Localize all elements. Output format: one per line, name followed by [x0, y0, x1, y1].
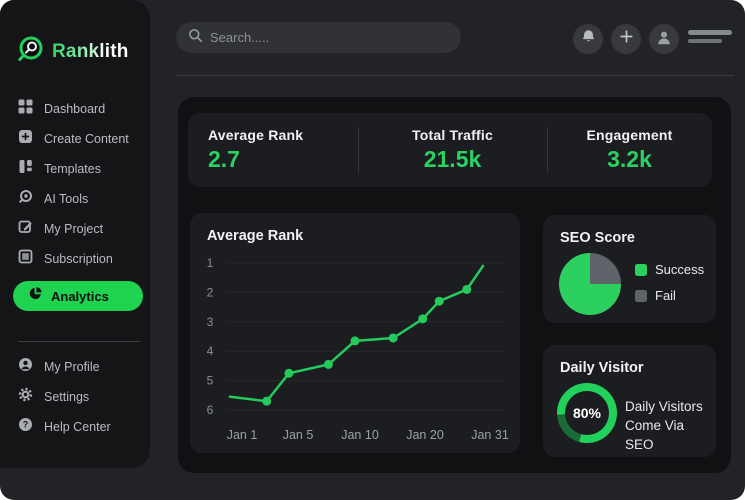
- search-icon: [188, 28, 203, 48]
- sidebar-item-subscription[interactable]: Subscription: [0, 244, 150, 274]
- fail-swatch: [635, 289, 647, 302]
- stat-value: 3.2k: [607, 146, 652, 172]
- svg-text:Jan 1: Jan 1: [227, 428, 258, 442]
- sidebar-item-create-content[interactable]: Create Content: [0, 124, 150, 154]
- daily-visitor-donut-chart: 80%: [557, 383, 617, 443]
- sidebar-footer-nav: My Profile Settings ? Help Center: [0, 352, 150, 442]
- menu-button[interactable]: [688, 30, 732, 43]
- content-panel: Average Rank 2.7 Total Traffic 21.5k Eng…: [178, 97, 731, 473]
- user-circle-icon: [18, 357, 33, 377]
- legend-label: Success: [655, 262, 705, 277]
- dashboard-grid-icon: [18, 99, 33, 119]
- sidebar-item-label: Create Content: [44, 132, 129, 146]
- svg-text:4: 4: [207, 344, 214, 358]
- user-avatar-button[interactable]: [649, 24, 679, 54]
- svg-text:Jan 10: Jan 10: [341, 428, 379, 442]
- stat-average-rank: Average Rank 2.7: [188, 113, 358, 187]
- svg-text:1: 1: [207, 256, 214, 270]
- donut-hole: 80%: [565, 391, 609, 435]
- sidebar-item-label: Dashboard: [44, 102, 106, 116]
- svg-text:Jan 5: Jan 5: [283, 428, 314, 442]
- stats-divider: [547, 127, 548, 173]
- svg-text:2: 2: [207, 285, 214, 299]
- sidebar-item-label: My Profile: [44, 360, 100, 374]
- question-circle-icon: ?: [18, 417, 33, 437]
- add-button[interactable]: [611, 24, 641, 54]
- legend-label: Fail: [655, 288, 676, 303]
- menu-icon: [688, 38, 722, 43]
- magnifier-rocket-logo-icon: [16, 34, 46, 69]
- seo-legend: Success Fail: [635, 262, 704, 314]
- sidebar-item-templates[interactable]: Templates: [0, 154, 150, 184]
- legend-item-fail: Fail: [635, 288, 704, 303]
- sidebar-item-label: Settings: [44, 390, 90, 404]
- plus-icon: [619, 29, 634, 49]
- pie-chart-icon: [28, 286, 43, 306]
- sidebar-item-my-project[interactable]: My Project: [0, 214, 150, 244]
- bell-icon: [581, 29, 596, 49]
- stat-total-traffic: Total Traffic 21.5k: [358, 113, 547, 187]
- sidebar-item-label: AI Tools: [44, 192, 89, 206]
- header-divider: [176, 75, 734, 76]
- search-input[interactable]: [210, 30, 449, 45]
- daily-visitor-card: Daily Visitor 80% Daily Visitors Come Vi…: [543, 345, 716, 457]
- sidebar-item-help-center[interactable]: ? Help Center: [0, 412, 150, 442]
- average-rank-line-chart: 1 2 3 4 5 6 Jan 1 Jan 5 Jan 10 Jan 20 Jan 31: [207, 256, 509, 442]
- stat-value: 2.7: [208, 146, 240, 172]
- svg-text:Jan 31: Jan 31: [471, 428, 509, 442]
- stat-label: Total Traffic: [412, 127, 493, 143]
- svg-text:3: 3: [207, 315, 214, 329]
- success-swatch: [635, 263, 647, 276]
- sidebar-item-my-profile[interactable]: My Profile: [0, 352, 150, 382]
- seo-score-card: SEO Score Success Fail: [543, 215, 716, 323]
- svg-text:6: 6: [207, 403, 214, 417]
- edit-document-icon: [18, 219, 33, 239]
- search-bar[interactable]: [176, 22, 461, 53]
- avatar-icon: [655, 28, 673, 51]
- logo: Ranklith: [16, 34, 129, 69]
- logo-text: Ranklith: [52, 40, 129, 62]
- sidebar-item-settings[interactable]: Settings: [0, 382, 150, 412]
- stats-card: Average Rank 2.7 Total Traffic 21.5k Eng…: [188, 113, 712, 187]
- average-rank-chart-card: Average Rank 1 2 3 4 5 6 Jan 1 Jan 5 Jan 10 Jan 2…: [190, 213, 520, 453]
- seo-score-title: SEO Score: [560, 230, 635, 246]
- legend-item-success: Success: [635, 262, 704, 277]
- seo-score-pie-chart: [559, 253, 621, 315]
- sidebar-item-label: Subscription: [44, 252, 113, 266]
- sidebar-item-dashboard[interactable]: Dashboard: [0, 94, 150, 124]
- daily-visitor-description: Daily Visitors Come Via SEO: [625, 399, 703, 452]
- svg-text:Jan 20: Jan 20: [406, 428, 444, 442]
- svg-text:5: 5: [207, 374, 214, 388]
- plus-square-icon: [18, 129, 33, 149]
- stat-label: Average Rank: [208, 127, 304, 143]
- sidebar-item-label: Templates: [44, 162, 101, 176]
- menu-icon: [688, 30, 732, 35]
- subscription-card-icon: [18, 249, 33, 269]
- svg-text:?: ?: [23, 420, 29, 430]
- sidebar-divider: [18, 341, 140, 342]
- app-window: Ranklith Dashboard Create Content Templa…: [0, 0, 745, 500]
- stat-value: 21.5k: [423, 146, 482, 172]
- notifications-button[interactable]: [573, 24, 603, 54]
- sidebar-nav: Dashboard Create Content Templates AI To…: [0, 94, 150, 311]
- gear-icon: [18, 387, 33, 407]
- sidebar-item-analytics-active[interactable]: Analytics: [13, 281, 143, 311]
- sidebar-item-label: Analytics: [51, 288, 109, 304]
- sidebar: Ranklith Dashboard Create Content Templa…: [0, 0, 150, 468]
- daily-visitor-title: Daily Visitor: [560, 360, 644, 376]
- sidebar-item-label: Help Center: [44, 420, 111, 434]
- stat-engagement: Engagement 3.2k: [547, 113, 712, 187]
- donut-percentage: 80%: [572, 405, 602, 421]
- templates-layout-icon: [18, 159, 33, 179]
- ai-tools-icon: [18, 189, 33, 209]
- sidebar-item-ai-tools[interactable]: AI Tools: [0, 184, 150, 214]
- sidebar-item-label: My Project: [44, 222, 104, 236]
- stat-label: Engagement: [586, 127, 673, 143]
- stats-divider: [358, 127, 359, 173]
